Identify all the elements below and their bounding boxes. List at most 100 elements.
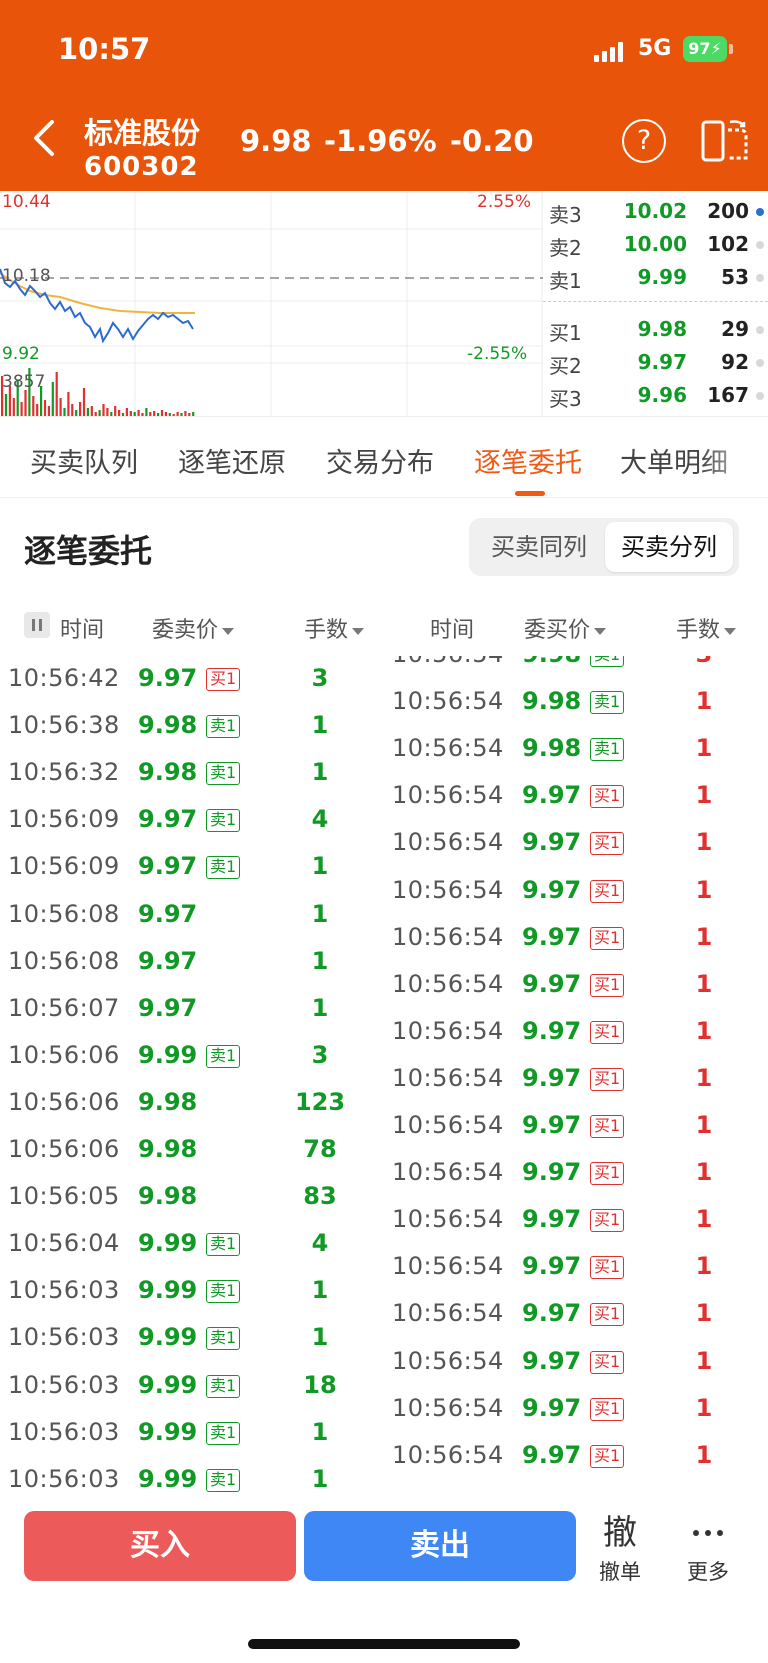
landscape-switch-icon[interactable]: [700, 116, 750, 166]
more-label: 更多: [687, 1560, 729, 1584]
order-level-badge: 买1: [590, 1350, 625, 1374]
list-item[interactable]: 10:56:54 9.97 买1 1: [384, 820, 768, 867]
buy-order-list[interactable]: 10:56:549.98卖1310:56:549.98卖1110:56:549.…: [384, 656, 768, 1492]
left-qty-header[interactable]: 手数: [304, 612, 365, 644]
list-item[interactable]: 10:56:08 9.97 1: [0, 892, 384, 939]
split-column-button[interactable]: 买卖分列: [605, 522, 733, 572]
bid-row-2[interactable]: 买2 9.97 92: [543, 346, 768, 378]
tab-tick-orders[interactable]: 逐笔委托: [474, 441, 582, 480]
tab-bar: 买卖队列 逐笔还原 交易分布 逐笔委托 大单明细: [0, 416, 768, 498]
order-level-badge: 买1: [590, 1162, 625, 1186]
order-qty: 18: [303, 1370, 337, 1399]
order-level-badge: 卖1: [206, 1468, 241, 1492]
battery-icon: 97⚡: [683, 36, 727, 62]
sell-button[interactable]: 卖出: [304, 1511, 576, 1581]
list-item[interactable]: 10:56:54 9.97 买1 1: [384, 1197, 768, 1244]
list-item[interactable]: 10:56:54 9.97 买1 1: [384, 915, 768, 962]
list-item[interactable]: 10:56:54 9.97 买1 1: [384, 1103, 768, 1150]
list-item[interactable]: 10:56:38 9.98 卖1 1: [0, 703, 384, 750]
list-item[interactable]: 10:56:549.98卖12: [384, 1480, 768, 1492]
list-item[interactable]: 10:56:54 9.97 买1 1: [384, 1009, 768, 1056]
tab-order-queue[interactable]: 买卖队列: [30, 441, 138, 480]
tab-trade-distribution[interactable]: 交易分布: [326, 441, 434, 480]
list-item[interactable]: 10:56:54 9.97 买1 1: [384, 1433, 768, 1480]
tab-overflow-fade: [700, 417, 768, 497]
list-item[interactable]: 10:56:54 9.97 买1 1: [384, 1386, 768, 1433]
volume-bar: [51, 382, 54, 416]
status-time: 10:57: [58, 32, 151, 66]
list-item[interactable]: 10:56:54 9.98 卖1 1: [384, 726, 768, 773]
ask-row-3[interactable]: 卖3 10.02 200: [543, 195, 768, 227]
list-item[interactable]: 10:56:09 9.97 卖1 4: [0, 797, 384, 844]
list-item[interactable]: 10:56:06 9.98 123: [0, 1080, 384, 1127]
order-qty: 1: [311, 852, 329, 881]
status-dot: [756, 274, 764, 282]
list-item[interactable]: 10:56:54 9.97 买1 1: [384, 773, 768, 820]
order-price: 9.97: [522, 1063, 582, 1092]
list-item[interactable]: 10:56:03 9.99 卖1 18: [0, 1363, 384, 1410]
cancel-order-button[interactable]: 撤 撤单: [580, 1510, 660, 1586]
list-item[interactable]: 10:56:54 9.97 买1 1: [384, 1244, 768, 1291]
list-item[interactable]: 10:56:03 9.99 卖1 1: [0, 1457, 384, 1492]
status-dot: [756, 392, 764, 400]
tab-tick-restore[interactable]: 逐笔还原: [178, 441, 286, 480]
more-button[interactable]: 更多: [668, 1510, 748, 1586]
left-price-header[interactable]: 委卖价: [152, 612, 235, 644]
list-item[interactable]: 10:56:42 9.97 买1 3: [0, 656, 384, 703]
right-qty-header[interactable]: 手数: [676, 612, 737, 644]
order-qty: 1: [695, 1063, 713, 1092]
sort-caret-icon: [222, 627, 235, 635]
list-item[interactable]: 10:56:03 9.99 卖1 1: [0, 1268, 384, 1315]
volume-bar: [4, 394, 8, 416]
ask-row-2[interactable]: 卖2 10.00 102: [543, 228, 768, 260]
list-item[interactable]: 10:56:54 9.98 卖1 1: [384, 679, 768, 726]
bottom-action-bar: 买入 卖出 撤 撤单 更多: [0, 1492, 768, 1663]
order-qty: 1: [311, 1417, 329, 1446]
list-item[interactable]: 10:56:05 9.98 83: [0, 1174, 384, 1221]
bid-volume: 29: [721, 317, 749, 341]
header-bar: 10:57 5G 97⚡ 标准股份 600302 9.98 -1.96% -0.…: [0, 0, 768, 191]
list-item[interactable]: 10:56:54 9.97 买1 1: [384, 868, 768, 915]
order-time: 10:56:54: [392, 1205, 504, 1234]
list-item[interactable]: 10:56:09 9.97 卖1 1: [0, 844, 384, 891]
list-item[interactable]: 10:56:08 9.97 1: [0, 939, 384, 986]
list-item[interactable]: 10:56:03 9.99 卖1 1: [0, 1315, 384, 1362]
intraday-chart[interactable]: 10.44 2.55% 10.18 9.92 -2.55% 3857: [0, 191, 543, 416]
same-column-button[interactable]: 买卖同列: [475, 522, 603, 572]
volume-bar: [125, 408, 128, 416]
buy-button[interactable]: 买入: [24, 1511, 296, 1581]
order-qty: 1: [695, 1016, 713, 1045]
bid-row-1[interactable]: 买1 9.98 29: [543, 313, 768, 345]
list-item[interactable]: 10:56:54 9.97 买1 1: [384, 962, 768, 1009]
list-item[interactable]: 10:56:04 9.99 卖1 4: [0, 1221, 384, 1268]
stock-name: 标准股份: [84, 116, 201, 150]
order-price: 9.97: [522, 1111, 582, 1139]
order-time: 10:56:54: [392, 1299, 504, 1328]
order-time: 10:56:54: [392, 875, 504, 904]
list-item[interactable]: 10:56:06 9.98 78: [0, 1127, 384, 1174]
order-qty: 1: [695, 734, 713, 763]
back-arrow-icon[interactable]: [28, 118, 64, 158]
list-item[interactable]: 10:56:03 9.99 卖1 1: [0, 1410, 384, 1457]
right-price-header[interactable]: 委买价: [524, 612, 607, 644]
pause-icon[interactable]: [24, 612, 50, 638]
bid-row-3[interactable]: 买3 9.96 167: [543, 379, 768, 411]
list-item[interactable]: 10:56:54 9.97 买1 1: [384, 1056, 768, 1103]
list-item[interactable]: 10:56:54 9.97 买1 1: [384, 1291, 768, 1338]
sell-order-list[interactable]: 10:56:42 9.97 买1 3 10:56:38 9.98 卖1 1 10:56:32 9.…: [0, 656, 384, 1492]
list-item[interactable]: 10:56:32 9.98 卖1 1: [0, 750, 384, 797]
list-item[interactable]: 10:56:07 9.97 1: [0, 986, 384, 1033]
list-item[interactable]: 10:56:06 9.99 卖1 3: [0, 1033, 384, 1080]
order-level-badge: 买1: [590, 1256, 625, 1280]
help-icon[interactable]: ?: [622, 119, 666, 163]
ask-row-1[interactable]: 卖1 9.99 53: [543, 261, 768, 293]
order-price: 9.98: [138, 1135, 198, 1163]
chart-ref-price: 10.18: [2, 266, 51, 286]
list-item[interactable]: 10:56:54 9.97 买1 1: [384, 1150, 768, 1197]
list-item[interactable]: 10:56:54 9.97 买1 1: [384, 1339, 768, 1386]
volume-bar: [71, 404, 74, 416]
volume-bar: [55, 372, 58, 416]
order-time: 10:56:03: [8, 1323, 120, 1352]
order-time: 10:56:09: [8, 852, 120, 881]
list-item[interactable]: 10:56:54 9.98 卖1 3: [384, 656, 768, 679]
